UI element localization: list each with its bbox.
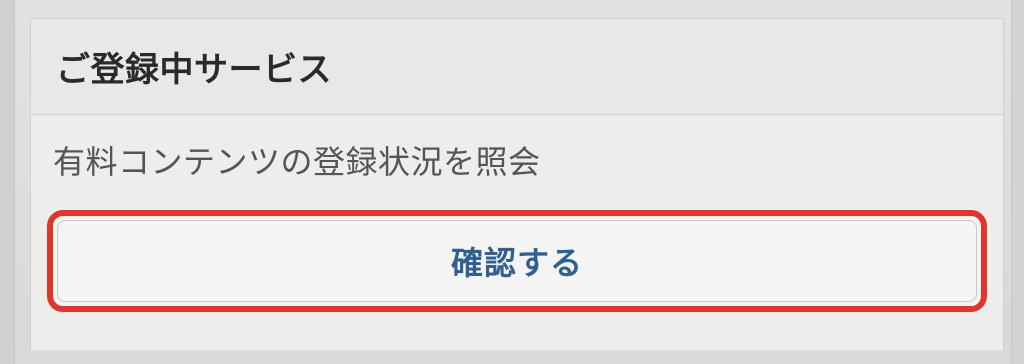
left-gutter [0, 0, 15, 364]
card-header: ご登録中サービス [31, 19, 1003, 115]
section-description: 有料コンテンツの登録状況を照会 [53, 143, 541, 181]
card-body: 有料コンテンツの登録状況を照会 確認する [31, 115, 1003, 350]
confirm-button-label: 確認する [450, 244, 583, 282]
section-title: ご登録中サービス [56, 50, 332, 90]
confirm-button[interactable]: 確認する [47, 210, 987, 312]
screen: ご登録中サービス 有料コンテンツの登録状況を照会 確認する [0, 0, 1024, 364]
right-gutter [1011, 0, 1024, 364]
registered-services-card: ご登録中サービス 有料コンテンツの登録状況を照会 確認する [30, 18, 1004, 350]
